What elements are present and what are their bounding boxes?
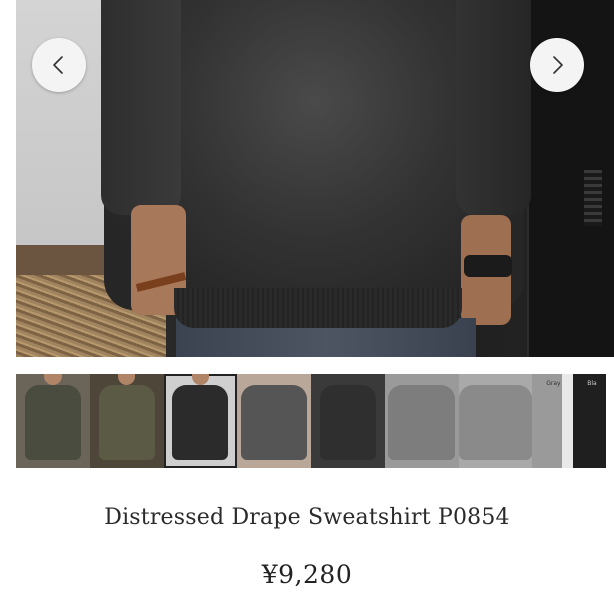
- thumbnail-8[interactable]: Gray Bla: [532, 374, 606, 468]
- swatch-label-gray: Gray: [546, 380, 561, 387]
- thumbnail-7[interactable]: [458, 374, 533, 468]
- thumbnail-5[interactable]: [311, 374, 385, 468]
- chevron-right-icon: [553, 56, 563, 74]
- thumbnail-4[interactable]: [237, 374, 311, 468]
- product-title: Distressed Drape Sweatshirt P0854: [104, 505, 510, 530]
- chevron-left-icon: [53, 56, 63, 74]
- thumbnail-strip: Gray Bla: [16, 374, 606, 468]
- swatch-label-black: Bla: [587, 380, 597, 387]
- gallery-prev-button[interactable]: [32, 38, 86, 92]
- thumbnail-2[interactable]: [89, 374, 164, 468]
- gallery-next-button[interactable]: [530, 38, 584, 92]
- product-price: ¥9,280: [261, 560, 353, 589]
- thumbnail-1[interactable]: [16, 374, 90, 468]
- thumbnail-3[interactable]: [163, 374, 238, 468]
- thumbnail-6[interactable]: [384, 374, 459, 468]
- product-main-image: [16, 0, 614, 357]
